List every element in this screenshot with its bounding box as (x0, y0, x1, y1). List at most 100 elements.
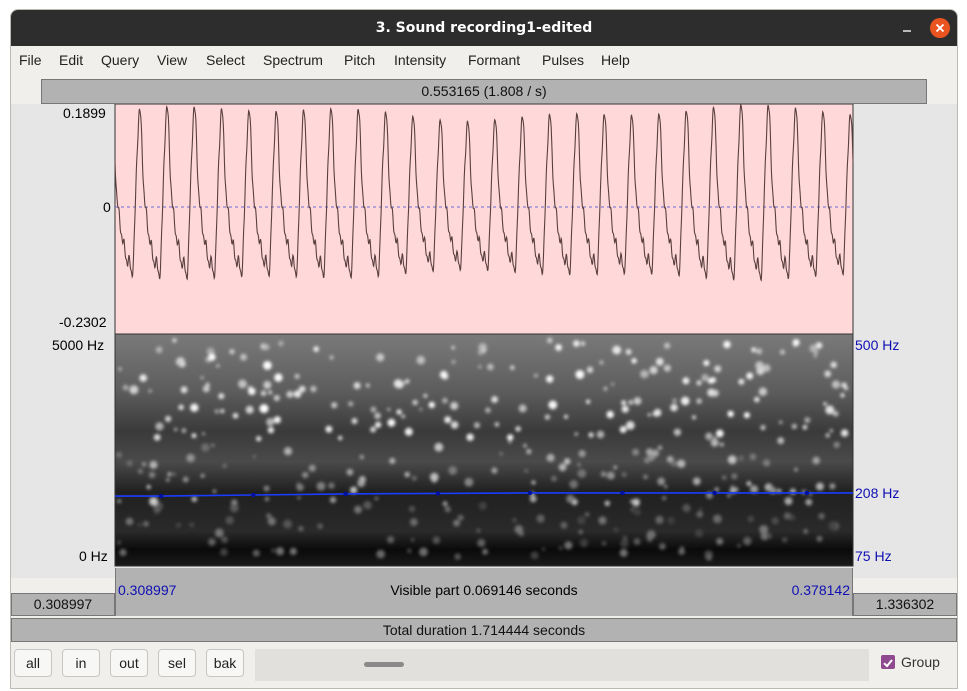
visible-part-bar[interactable]: 0.308997 Visible part 0.069146 seconds 0… (115, 568, 853, 616)
spectrogram-spot (529, 495, 537, 503)
signal-area[interactable]: 0.1899 0 -0.2302 5000 Hz 0 Hz 500 Hz 208… (11, 104, 957, 578)
spectrogram-spot (129, 385, 139, 395)
spectrogram-spot (387, 418, 396, 427)
spectrogram-spot (297, 496, 301, 500)
spectrogram-spot (354, 505, 362, 514)
spectrogram-spot (515, 426, 521, 432)
spectrogram-panel[interactable] (114, 333, 854, 567)
menu-pulses[interactable]: Pulses (542, 46, 584, 74)
spectrogram-spot (823, 402, 827, 406)
scrollbar-thumb[interactable] (364, 662, 404, 667)
spectrogram-spot (167, 472, 172, 477)
spectrogram-spot (746, 372, 754, 380)
spectrogram-spot (485, 407, 491, 413)
spectrogram-spot (678, 548, 685, 555)
spectrogram-spot (507, 434, 514, 441)
spectrogram-spot (682, 377, 690, 385)
menu-bar: File Edit Query View Select Spectrum Pit… (11, 46, 957, 74)
left-outside-bar[interactable]: 0.308997 (11, 593, 115, 616)
spectrogram-spot (491, 396, 498, 403)
spectrogram-spot (149, 496, 159, 506)
spectrogram-spot (338, 435, 343, 441)
spectrogram-spot (737, 543, 741, 548)
menu-formant[interactable]: Formant (468, 46, 520, 74)
horizontal-scrollbar[interactable] (255, 649, 869, 681)
menu-pitch[interactable]: Pitch (344, 46, 375, 74)
spectrogram-spot (273, 416, 281, 424)
spectrogram-spot (566, 494, 575, 503)
spectrogram-spot (749, 453, 757, 461)
spectrogram-spot (143, 521, 149, 527)
spectrogram-spot (180, 386, 188, 394)
spectrogram-spot (802, 425, 808, 430)
spectrogram-spot (238, 379, 247, 389)
spectrogram-spot (828, 521, 838, 531)
spectrogram-spot (659, 543, 666, 550)
spectrogram-spot (286, 390, 294, 398)
spectrogram-spot (155, 422, 164, 431)
spectrogram-spot (363, 501, 372, 510)
spectrogram-spot (662, 496, 667, 501)
spectrogram-spot (783, 512, 792, 520)
spectrogram-spot (283, 447, 293, 456)
checkbox-checked-icon[interactable] (881, 655, 895, 669)
spectrogram-spot (611, 382, 615, 386)
pitch-point (804, 490, 810, 496)
spectrogram-spot (118, 367, 122, 371)
spectrogram-spot (202, 385, 210, 393)
spectrogram-spot (375, 421, 382, 428)
spectrogram-spot (829, 483, 836, 490)
zoom-sel-button[interactable]: sel (158, 649, 196, 677)
spectrogram-spot (176, 523, 181, 528)
menu-spectrum[interactable]: Spectrum (263, 46, 323, 74)
spectrogram-spot (387, 536, 395, 544)
title-bar[interactable]: 3. Sound recording1-edited (11, 10, 957, 46)
menu-view[interactable]: View (157, 46, 187, 74)
spectrogram-spot (154, 510, 159, 515)
spectrogram-spot (407, 548, 412, 553)
spectrogram-spot (780, 349, 785, 355)
maximize-icon[interactable] (899, 18, 919, 38)
menu-intensity[interactable]: Intensity (394, 46, 446, 74)
spectrogram-spot (841, 382, 847, 389)
total-duration-bar[interactable]: Total duration 1.714444 seconds (11, 618, 957, 642)
spectrogram-spot (645, 448, 654, 456)
spectrogram-spot (289, 547, 297, 555)
zoom-back-button[interactable]: bak (206, 649, 244, 677)
zoom-in-button[interactable]: in (62, 649, 100, 677)
signal-svg[interactable] (11, 104, 957, 578)
spectrogram-spot (410, 518, 418, 526)
waveform-panel[interactable] (114, 104, 854, 335)
spectrogram-spot (713, 436, 717, 440)
menu-help[interactable]: Help (601, 46, 630, 74)
spectrogram-spot (794, 468, 798, 472)
spectrogram-spot (784, 497, 793, 506)
spectrogram-spot (419, 547, 428, 557)
zoom-out-button[interactable]: out (110, 649, 148, 677)
spectrogram-spot (294, 373, 300, 379)
spectrogram-spot (267, 426, 275, 434)
menu-edit[interactable]: Edit (59, 46, 83, 74)
zoom-all-button[interactable]: all (14, 649, 52, 677)
menu-file[interactable]: File (19, 46, 42, 74)
spectrogram-spot (512, 518, 517, 523)
cursor-time-bar[interactable]: 0.553165 (1.808 / s) (41, 79, 927, 104)
pitch-point (712, 490, 717, 496)
close-icon[interactable] (930, 18, 950, 38)
spectrogram-spot (667, 517, 675, 525)
spectrogram-spot (622, 536, 628, 542)
spectrogram-spot (584, 512, 590, 517)
menu-select[interactable]: Select (206, 46, 245, 74)
pitch-point (158, 493, 164, 499)
spectrogram-spot (840, 393, 845, 398)
spectrogram-spot (283, 519, 293, 529)
spectrogram-spot (829, 429, 833, 433)
spectrogram-spot (560, 521, 568, 529)
spectrogram-spot (139, 374, 147, 382)
menu-query[interactable]: Query (101, 46, 139, 74)
spectrogram-spot (453, 519, 460, 527)
right-outside-bar[interactable]: 1.336302 (853, 593, 957, 616)
spectrogram-spot (782, 537, 788, 543)
spectrogram-spot (731, 473, 738, 480)
spectrogram-spot (831, 380, 841, 389)
